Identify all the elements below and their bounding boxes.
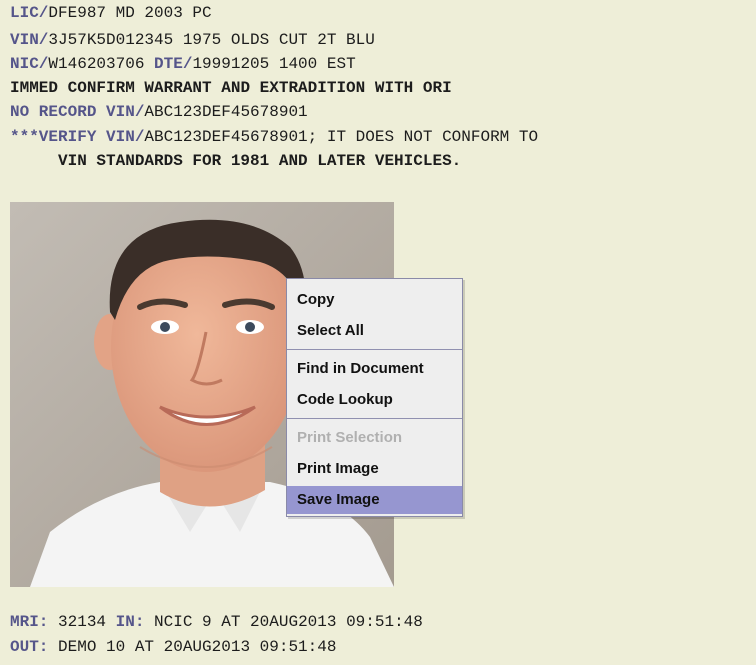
verify-key: ***VERIFY VIN/ (10, 128, 145, 146)
confirm-message: IMMED CONFIRM WARRANT AND EXTRADITION WI… (10, 79, 452, 97)
menu-item-code-lookup[interactable]: Code Lookup (287, 386, 462, 414)
in-value: NCIC 9 AT 20AUG2013 09:51:48 (144, 613, 423, 631)
menu-separator (287, 418, 462, 419)
in-key: IN: (115, 613, 145, 631)
nic-line: NIC/W146203706 DTE/19991205 1400 EST (10, 53, 356, 75)
out-line: OUT: DEMO 10 AT 20AUG2013 09:51:48 (10, 636, 336, 658)
nic-value: W146203706 (48, 55, 155, 73)
verify-value: ABC123DEF45678901; IT DOES NOT CONFORM T… (144, 128, 539, 146)
no-record-value: ABC123DEF45678901 (144, 103, 308, 121)
lic-line: LIC/DFE987 MD 2003 PC (10, 2, 212, 24)
menu-item-print-selection[interactable]: Print Selection (287, 424, 462, 452)
lic-key: LIC/ (10, 4, 49, 22)
nic-key: NIC/ (10, 55, 49, 73)
mri-line: MRI: 32134 IN: NCIC 9 AT 20AUG2013 09:51… (10, 611, 423, 633)
mri-key: MRI: (10, 613, 49, 631)
vin-value: 3J57K5D012345 1975 OLDS CUT 2T BLU (48, 31, 375, 49)
menu-item-select-all[interactable]: Select All (287, 317, 462, 345)
dte-value: 19991205 1400 EST (192, 55, 356, 73)
verify-line: ***VERIFY VIN/ABC123DEF45678901; IT DOES… (10, 126, 538, 148)
menu-item-print-image[interactable]: Print Image (287, 455, 462, 483)
dte-key: DTE/ (154, 55, 193, 73)
menu-item-find-in-document[interactable]: Find in Document (287, 355, 462, 383)
menu-item-copy[interactable]: Copy (287, 286, 462, 314)
context-menu: Copy Select All Find in Document Code Lo… (286, 278, 463, 517)
mri-value: 32134 (48, 613, 116, 631)
verify-continuation: VIN STANDARDS FOR 1981 AND LATER VEHICLE… (58, 152, 462, 170)
no-record-key: NO RECORD VIN/ (10, 103, 145, 121)
out-key: OUT: (10, 638, 49, 656)
vin-line: VIN/3J57K5D012345 1975 OLDS CUT 2T BLU (10, 29, 375, 51)
lic-value: DFE987 MD 2003 PC (48, 4, 212, 22)
out-value: DEMO 10 AT 20AUG2013 09:51:48 (48, 638, 337, 656)
vin-key: VIN/ (10, 31, 49, 49)
menu-item-save-image[interactable]: Save Image (287, 486, 462, 514)
no-record-line: NO RECORD VIN/ABC123DEF45678901 (10, 101, 308, 123)
menu-separator (287, 349, 462, 350)
